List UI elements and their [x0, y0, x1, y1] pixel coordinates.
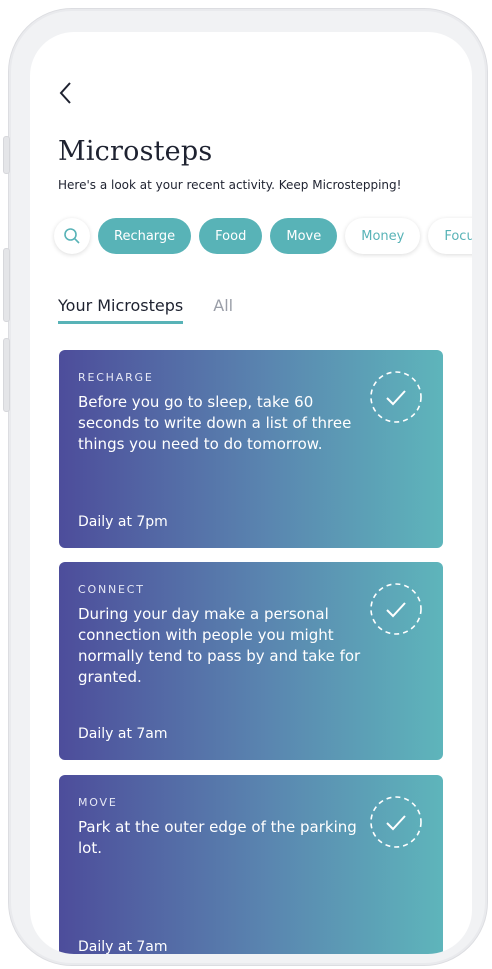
check-circle-icon — [370, 796, 422, 848]
filter-chip-food[interactable]: Food — [199, 218, 263, 254]
search-button[interactable] — [54, 218, 90, 254]
filter-chip-move[interactable]: Move — [270, 218, 338, 254]
microstep-card[interactable]: RECHARGE Before you go to sleep, take 60… — [59, 350, 443, 548]
back-button[interactable] — [56, 80, 76, 106]
card-schedule: Daily at 7am — [78, 726, 168, 742]
check-circle-icon — [370, 371, 422, 423]
app-screen: Microsteps Here's a look at your recent … — [30, 32, 472, 954]
page-title: Microsteps — [58, 136, 213, 167]
filter-chip-focus[interactable]: Focus — [428, 218, 472, 254]
complete-button[interactable] — [369, 795, 423, 849]
card-text: During your day make a personal connecti… — [78, 605, 361, 686]
search-icon — [64, 228, 80, 244]
card-schedule: Daily at 7am — [78, 939, 168, 954]
microstep-card[interactable]: CONNECT During your day make a personal … — [59, 562, 443, 760]
tab-all[interactable]: All — [213, 296, 233, 324]
side-button-2 — [3, 248, 10, 322]
card-category: CONNECT — [78, 583, 145, 596]
complete-button[interactable] — [369, 370, 423, 424]
complete-button[interactable] — [369, 582, 423, 636]
filter-chips: Recharge Food Move Money Focus — [54, 218, 472, 254]
side-button-3 — [3, 338, 10, 412]
filter-chip-recharge[interactable]: Recharge — [98, 218, 192, 254]
side-button-1 — [3, 136, 10, 174]
check-circle-icon — [370, 583, 422, 635]
filter-chip-money[interactable]: Money — [345, 218, 421, 254]
page-subtitle: Here's a look at your recent activity. K… — [58, 178, 402, 192]
chevron-left-icon — [59, 82, 71, 104]
card-category: MOVE — [78, 796, 118, 809]
card-category: RECHARGE — [78, 371, 154, 384]
tab-bar: Your Microsteps All — [58, 296, 233, 324]
card-text: Before you go to sleep, take 60 seconds … — [78, 393, 352, 453]
tab-your-microsteps[interactable]: Your Microsteps — [58, 296, 184, 324]
microstep-card[interactable]: MOVE Park at the outer edge of the parki… — [59, 775, 443, 954]
card-schedule: Daily at 7pm — [78, 514, 168, 530]
card-text: Park at the outer edge of the parking lo… — [78, 818, 357, 857]
